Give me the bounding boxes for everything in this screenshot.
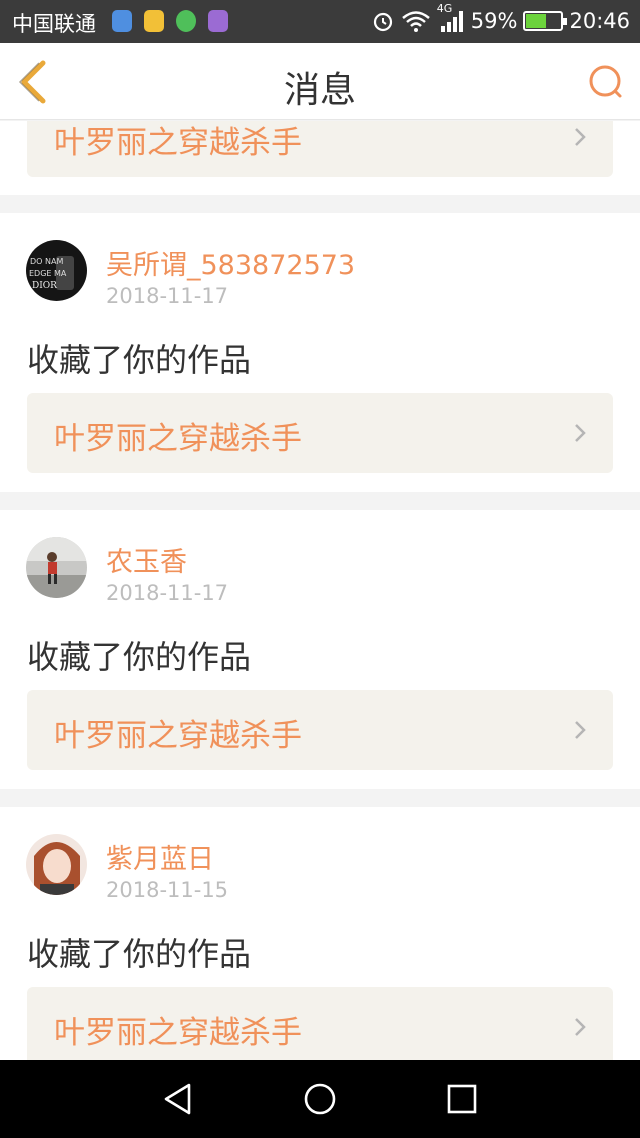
work-link[interactable]: 叶罗丽之穿越杀手 (27, 690, 613, 770)
recents-square-icon[interactable] (445, 1082, 479, 1116)
alarm-icon (373, 12, 392, 32)
battery-percent: 59% (470, 9, 518, 33)
work-title: 叶罗丽之穿越杀手 (54, 718, 302, 754)
message-list[interactable]: 叶罗丽之穿越杀手 DO NAM EDGE MA DIOR 吴所谓_5838725… (0, 121, 640, 1060)
message-card: 农玉香 2018-11-17 收藏了你的作品 叶罗丽之穿越杀手 (0, 510, 640, 789)
work-title: 叶罗丽之穿越杀手 (54, 421, 302, 457)
message-date: 2018-11-15 (106, 878, 229, 902)
avatar[interactable] (26, 834, 87, 895)
clock: 20:46 (569, 9, 630, 33)
chevron-right-icon (575, 1018, 586, 1036)
work-title: 叶罗丽之穿越杀手 (54, 1015, 302, 1051)
work-link[interactable]: 叶罗丽之穿越杀手 (27, 987, 613, 1060)
user-name[interactable]: 农玉香 (106, 540, 187, 579)
action-text: 收藏了你的作品 (27, 638, 252, 676)
chevron-right-icon (575, 424, 586, 442)
page-title: 消息 (283, 70, 356, 111)
back-triangle-icon[interactable] (161, 1082, 195, 1116)
home-circle-icon[interactable] (303, 1082, 337, 1116)
action-text: 收藏了你的作品 (27, 341, 252, 379)
avatar[interactable]: DO NAM EDGE MA DIOR (26, 240, 87, 301)
message-card: DO NAM EDGE MA DIOR 吴所谓_583872573 2018-1… (0, 213, 640, 492)
action-text: 收藏了你的作品 (27, 935, 252, 973)
work-link[interactable]: 叶罗丽之穿越杀手 (27, 393, 613, 473)
user-name[interactable]: 吴所谓_583872573 (106, 243, 355, 282)
message-card: 叶罗丽之穿越杀手 (0, 121, 640, 195)
svg-text:DO NAM: DO NAM (30, 257, 63, 266)
chevron-right-icon (575, 128, 586, 146)
system-nav-bar (0, 1060, 640, 1138)
avatar[interactable] (26, 537, 87, 598)
location-icon (112, 10, 132, 32)
work-title: 叶罗丽之穿越杀手 (54, 125, 302, 161)
message-date: 2018-11-17 (106, 581, 229, 605)
message-card: 紫月蓝日 2018-11-15 收藏了你的作品 叶罗丽之穿越杀手 (0, 807, 640, 1060)
battery-icon (523, 11, 568, 31)
user-name[interactable]: 紫月蓝日 (106, 837, 214, 876)
chevron-right-icon (575, 721, 586, 739)
svg-text:DIOR: DIOR (32, 281, 57, 291)
work-link[interactable]: 叶罗丽之穿越杀手 (27, 121, 613, 177)
gallery-icon (208, 10, 228, 32)
network-type: 4G (436, 2, 453, 15)
wechat-icon (176, 10, 196, 32)
signal-icon: 4G (437, 2, 465, 34)
carrier-name: 中国联通 (12, 12, 96, 36)
header-bar: 消息 (0, 43, 640, 120)
search-icon[interactable] (586, 63, 624, 101)
wifi-icon (401, 11, 430, 32)
message-date: 2018-11-17 (106, 284, 229, 308)
status-bar: 中国联通 4G 59% 20:46 (0, 0, 640, 43)
svg-text:EDGE MA: EDGE MA (29, 269, 67, 278)
weibo-icon (144, 10, 164, 32)
